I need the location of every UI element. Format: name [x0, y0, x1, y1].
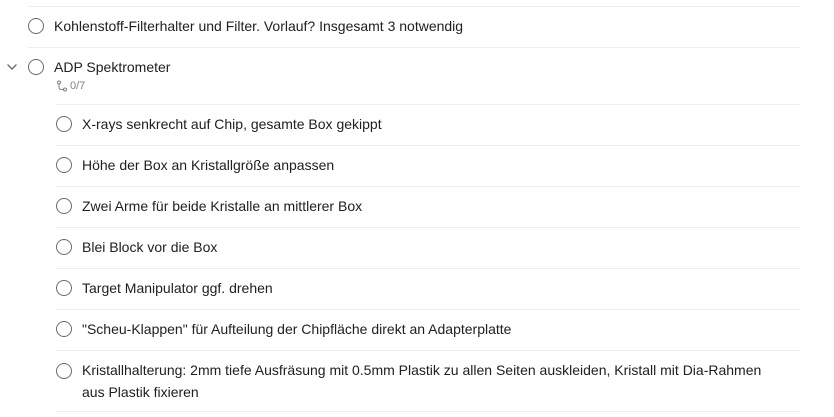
- task-label: ADP Spektrometer: [54, 59, 171, 75]
- subtask-label: Target Manipulator ggf. drehen: [82, 280, 273, 296]
- checkbox-circle-icon[interactable]: [56, 157, 72, 173]
- subtask-row[interactable]: Target Manipulator ggf. drehen: [0, 269, 834, 309]
- chevron-down-icon[interactable]: [5, 60, 19, 74]
- divider: [56, 411, 800, 412]
- subtask-label: Zwei Arme für beide Kristalle an mittler…: [82, 198, 363, 214]
- subtask-row[interactable]: Höhe der Box an Kristallgröße anpassen: [0, 146, 834, 186]
- checkbox-circle-icon[interactable]: [28, 18, 44, 34]
- subtask-branch-icon: [57, 80, 67, 92]
- checkbox-circle-icon[interactable]: [56, 321, 72, 337]
- checkbox-circle-icon[interactable]: [56, 363, 72, 379]
- subtask-label: Höhe der Box an Kristallgröße anpassen: [82, 157, 335, 173]
- task-label: Kohlenstoff-Filterhalter und Filter. Vor…: [54, 18, 464, 34]
- subtask-row[interactable]: Blei Block vor die Box: [0, 228, 834, 268]
- subtask-label: X-rays senkrecht auf Chip, gesamte Box g…: [82, 116, 382, 132]
- subtask-count: 0/7: [56, 80, 85, 92]
- subtask-row[interactable]: X-rays senkrecht auf Chip, gesamte Box g…: [0, 105, 834, 145]
- subtask-label: "Scheu-Klappen" für Aufteilung der Chipf…: [82, 321, 512, 337]
- checkbox-circle-icon[interactable]: [56, 198, 72, 214]
- checkbox-circle-icon[interactable]: [56, 280, 72, 296]
- subtask-row[interactable]: "Scheu-Klappen" für Aufteilung der Chipf…: [0, 310, 834, 350]
- checkbox-circle-icon[interactable]: [56, 239, 72, 255]
- subtask-count-text: 0/7: [70, 80, 86, 92]
- checkbox-circle-icon[interactable]: [56, 116, 72, 132]
- checkbox-circle-icon[interactable]: [28, 59, 44, 75]
- subtask-label: Blei Block vor die Box: [82, 239, 218, 255]
- subtask-row[interactable]: Kristallhalterung: 2mm tiefe Ausfräsung …: [0, 351, 834, 411]
- task-row[interactable]: Kohlenstoff-Filterhalter und Filter. Vor…: [0, 7, 834, 47]
- subtask-label: Kristallhalterung: 2mm tiefe Ausfräsung …: [82, 362, 762, 400]
- subtask-row[interactable]: Zwei Arme für beide Kristalle an mittler…: [0, 187, 834, 227]
